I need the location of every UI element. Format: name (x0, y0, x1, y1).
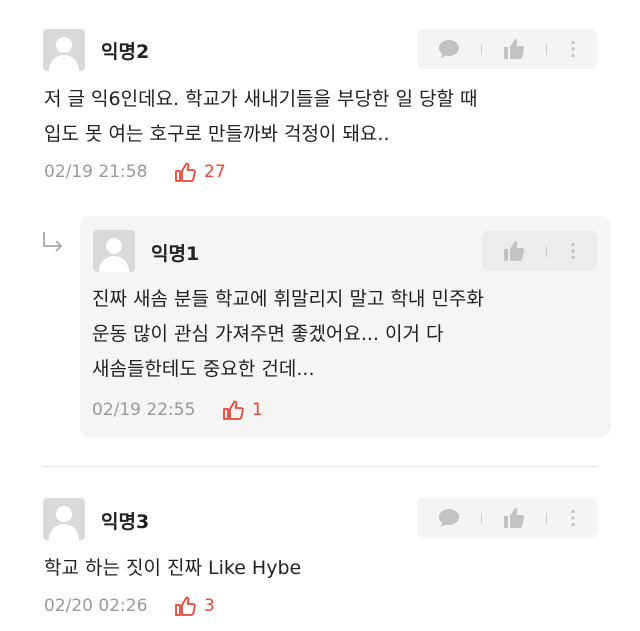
like-count: 27 (174, 161, 226, 183)
thumbs-up-icon (504, 39, 525, 59)
more-vertical-icon (571, 40, 575, 58)
thumbs-up-icon (504, 241, 525, 261)
comment-text: 진짜 새솜 분들 학교에 휘말리지 말고 학내 민주화 운동 많이 관심 가져주… (92, 288, 484, 380)
like-comment-button[interactable] (494, 231, 534, 271)
comment-bubble-icon (439, 509, 459, 527)
avatar (93, 230, 135, 272)
more-vertical-icon (571, 509, 575, 527)
like-comment-button[interactable] (494, 29, 534, 69)
thumbs-up-icon (223, 400, 244, 420)
comment-text: 학교 하는 짓이 진짜 Like Hybe (44, 557, 302, 579)
reply-arrow-icon (43, 232, 63, 252)
avatar (43, 29, 85, 71)
more-vertical-icon (571, 242, 575, 260)
comment-actions (417, 498, 597, 538)
thumbs-up-icon (175, 162, 196, 182)
comment-timestamp: 02/19 22:55 (92, 400, 196, 420)
comment-actions (482, 231, 597, 271)
comment-author: 익명1 (151, 243, 200, 265)
thumbs-up-icon (504, 508, 525, 528)
like-comment-button[interactable] (494, 498, 534, 538)
comment-author: 익명2 (101, 41, 150, 63)
comment-bubble-icon (439, 40, 459, 58)
divider (42, 466, 598, 467)
comment-timestamp: 02/19 21:58 (44, 162, 148, 182)
reply-comment-button[interactable] (429, 498, 469, 538)
more-options-button[interactable] (553, 231, 593, 271)
comment-author: 익명3 (101, 511, 150, 533)
comment-text: 저 글 익6인데요. 학교가 새내기들을 부당한 일 당할 때 입도 못 여는 … (44, 88, 478, 145)
more-options-button[interactable] (553, 498, 593, 538)
more-options-button[interactable] (553, 29, 593, 69)
like-count: 1 (222, 399, 263, 421)
comment-timestamp: 02/20 02:26 (44, 596, 148, 616)
avatar (43, 498, 85, 540)
thumbs-up-icon (175, 596, 196, 616)
reply-comment-button[interactable] (429, 29, 469, 69)
like-count: 3 (174, 595, 215, 617)
comment-actions (417, 29, 597, 69)
